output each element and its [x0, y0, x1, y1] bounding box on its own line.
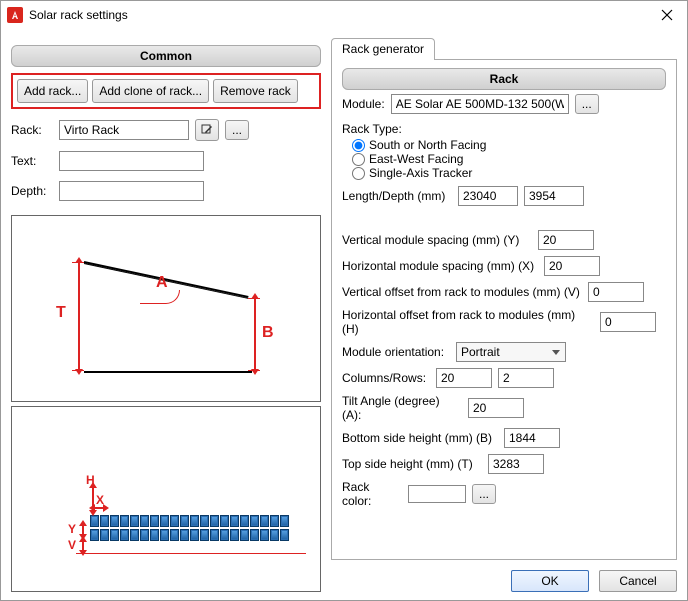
rows-input[interactable] [498, 368, 554, 388]
orient-label: Module orientation: [342, 345, 450, 359]
radio-east-west[interactable] [352, 153, 365, 166]
close-button[interactable] [653, 4, 681, 26]
rack-buttons-group: Add rack... Add clone of rack... Remove … [11, 73, 321, 109]
add-clone-rack-button[interactable]: Add clone of rack... [92, 79, 209, 103]
vspace-input[interactable] [538, 230, 594, 250]
diagram-label-b: B [262, 324, 274, 342]
edit-rack-button[interactable] [195, 119, 219, 141]
module-grid [90, 515, 289, 541]
theight-label: Top side height (mm) (T) [342, 457, 482, 471]
length-depth-label: Length/Depth (mm) [342, 189, 452, 203]
rack-label: Rack: [11, 123, 53, 137]
hspace-label: Horizontal module spacing (mm) (X) [342, 259, 538, 273]
module-input[interactable] [391, 94, 569, 114]
voff-label: Vertical offset from rack to modules (mm… [342, 285, 582, 299]
diagram-label-h: H [86, 473, 95, 487]
window-title: Solar rack settings [29, 8, 653, 22]
tilt-input[interactable] [468, 398, 524, 418]
vspace-label: Vertical module spacing (mm) (Y) [342, 233, 532, 247]
radio-single-axis[interactable] [352, 167, 365, 180]
radio-single-axis-label: Single-Axis Tracker [369, 166, 472, 180]
edit-icon [201, 124, 213, 136]
text-label: Text: [11, 154, 53, 168]
rack-browse-button[interactable]: ... [225, 120, 249, 140]
remove-rack-button[interactable]: Remove rack [213, 79, 298, 103]
add-rack-button[interactable]: Add rack... [17, 79, 88, 103]
top-diagram: H X Y V [11, 406, 321, 592]
radio-east-west-label: East-West Facing [369, 152, 463, 166]
side-diagram: T B A [11, 215, 321, 402]
ok-button[interactable]: OK [511, 570, 589, 592]
app-icon [7, 7, 23, 23]
rack-name-input[interactable] [59, 120, 189, 140]
bheight-input[interactable] [504, 428, 560, 448]
color-browse-button[interactable]: ... [472, 484, 496, 504]
color-label: Rack color: [342, 480, 402, 508]
cancel-button[interactable]: Cancel [599, 570, 677, 592]
text-input[interactable] [59, 151, 204, 171]
hoff-label: Horizontal offset from rack to modules (… [342, 308, 594, 336]
common-header: Common [11, 45, 321, 67]
theight-input[interactable] [488, 454, 544, 474]
module-browse-button[interactable]: ... [575, 94, 599, 114]
orientation-select[interactable]: Portrait [456, 342, 566, 362]
rack-type-label: Rack Type: [342, 122, 666, 136]
diagram-label-x: X [96, 493, 104, 507]
diagram-label-t: T [56, 304, 66, 322]
depth-mm-input[interactable] [524, 186, 584, 206]
diagram-label-v: V [68, 538, 76, 552]
diagram-label-y: Y [68, 522, 76, 536]
bheight-label: Bottom side height (mm) (B) [342, 431, 498, 445]
hspace-input[interactable] [544, 256, 600, 276]
depth-input[interactable] [59, 181, 204, 201]
radio-south-north-label: South or North Facing [369, 138, 486, 152]
rack-header: Rack [342, 68, 666, 90]
voff-input[interactable] [588, 282, 644, 302]
length-input[interactable] [458, 186, 518, 206]
hoff-input[interactable] [600, 312, 656, 332]
tab-rack-generator[interactable]: Rack generator [331, 38, 435, 60]
close-icon [661, 9, 673, 21]
radio-south-north[interactable] [352, 139, 365, 152]
columns-input[interactable] [436, 368, 492, 388]
tilt-label: Tilt Angle (degree) (A): [342, 394, 462, 422]
depth-label: Depth: [11, 184, 53, 198]
module-label: Module: [342, 97, 385, 111]
colrow-label: Columns/Rows: [342, 371, 430, 385]
rack-color-swatch[interactable] [408, 485, 466, 503]
